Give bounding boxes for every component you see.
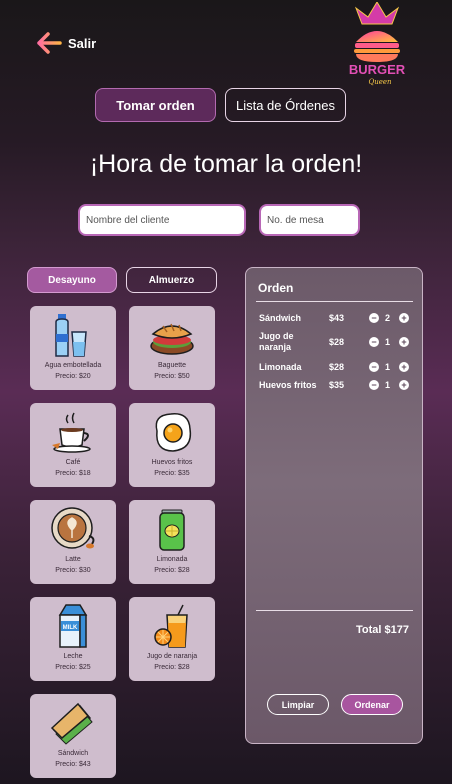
increase-quantity-button[interactable]: + <box>399 337 409 347</box>
coffee-cup-icon <box>52 412 91 453</box>
product-price: Precio: $50 <box>154 373 190 380</box>
clear-order-button[interactable]: Limpiar <box>267 694 329 715</box>
product-name: Latte <box>65 556 81 563</box>
product-name: Sándwich <box>57 750 89 757</box>
order-item-name: Huevos fritos <box>259 380 317 390</box>
order-title: Orden <box>258 281 294 295</box>
increase-quantity-button[interactable]: + <box>399 313 409 323</box>
main-tabs: Tomar orden Lista de Órdenes <box>95 88 346 122</box>
page-title: ¡Hora de tomar la orden! <box>89 150 363 178</box>
sandwich-icon <box>50 702 93 745</box>
arrow-left-icon <box>37 32 62 54</box>
svg-text:Queen: Queen <box>368 78 392 86</box>
decrease-quantity-button[interactable]: − <box>369 337 379 347</box>
order-total: Total $177 <box>356 624 409 636</box>
client-name-input[interactable] <box>78 204 246 236</box>
order-item-price: $28 <box>329 337 345 347</box>
fried-egg-icon <box>155 413 192 452</box>
category-breakfast-button[interactable]: Desayuno <box>27 267 117 293</box>
tab-take-order[interactable]: Tomar orden <box>95 88 216 122</box>
decrease-quantity-button[interactable]: − <box>369 313 379 323</box>
order-item-quantity: 1 <box>385 380 391 390</box>
product-name: Agua embotellada <box>44 362 102 369</box>
product-price: Precio: $28 <box>154 567 190 574</box>
order-item-price: $28 <box>329 362 345 372</box>
water-bottle-icon <box>55 314 87 357</box>
svg-text:MILK: MILK <box>63 625 78 631</box>
product-name: Leche <box>63 653 83 660</box>
back-label: Salir <box>68 35 97 51</box>
product-name: Limonada <box>156 556 188 563</box>
product-card-fried-eggs[interactable]: Huevos fritos Precio: $35 <box>129 403 215 487</box>
order-divider <box>256 301 413 302</box>
product-price: Precio: $18 <box>55 470 91 477</box>
product-name: Huevos fritos <box>151 459 193 466</box>
total-divider <box>256 610 413 611</box>
order-item-quantity: 1 <box>385 337 391 347</box>
milk-carton-icon: MILK <box>58 604 88 648</box>
orange-juice-icon <box>154 604 188 648</box>
latte-icon <box>51 507 95 549</box>
product-card-water[interactable]: Agua embotellada Precio: $20 <box>30 306 116 390</box>
order-item-price: $35 <box>329 380 345 390</box>
product-card-lemonade[interactable]: Limonada Precio: $28 <box>129 500 215 584</box>
order-item-name: Limonada <box>259 362 302 372</box>
product-card-orange-juice[interactable]: Jugo de naranja Precio: $28 <box>129 597 215 681</box>
order-item-quantity: 2 <box>385 313 391 323</box>
order-item-name: Jugo de naranja <box>259 331 294 352</box>
order-item-quantity: 1 <box>385 362 391 372</box>
increase-quantity-button[interactable]: + <box>399 380 409 390</box>
product-card-sandwich[interactable]: Sándwich Precio: $43 <box>30 694 116 778</box>
category-lunch-button[interactable]: Almuerzo <box>126 267 217 293</box>
product-name: Café <box>65 459 81 466</box>
product-price: Precio: $43 <box>55 761 91 768</box>
order-item-price: $43 <box>329 313 345 323</box>
lemonade-can-icon <box>159 509 185 551</box>
product-price: Precio: $28 <box>154 664 190 671</box>
product-name: Jugo de naranja <box>146 653 198 660</box>
baguette-icon <box>150 323 194 355</box>
table-number-input[interactable] <box>259 204 360 236</box>
product-price: Precio: $30 <box>55 567 91 574</box>
product-card-milk[interactable]: MILK Leche Precio: $25 <box>30 597 116 681</box>
decrease-quantity-button[interactable]: − <box>369 362 379 372</box>
order-item-name: Sándwich <box>259 313 302 323</box>
back-button[interactable]: Salir <box>36 30 96 56</box>
decrease-quantity-button[interactable]: − <box>369 380 379 390</box>
product-price: Precio: $25 <box>55 664 91 671</box>
order-panel: Orden Sándwich $43 − 2 + Jugo de naranja… <box>245 267 423 744</box>
product-card-coffee[interactable]: Café Precio: $18 <box>30 403 116 487</box>
burger-queen-logo: BURGER Queen <box>349 2 406 86</box>
increase-quantity-button[interactable]: + <box>399 362 409 372</box>
tab-order-list[interactable]: Lista de Órdenes <box>225 88 346 122</box>
product-card-latte[interactable]: Latte Precio: $30 <box>30 500 116 584</box>
logo-text: BURGER <box>349 62 406 77</box>
submit-order-button[interactable]: Ordenar <box>341 694 403 715</box>
product-name: Baguette <box>157 362 187 369</box>
product-price: Precio: $35 <box>154 470 190 477</box>
product-card-baguette[interactable]: Baguette Precio: $50 <box>129 306 215 390</box>
product-price: Precio: $20 <box>55 373 91 380</box>
